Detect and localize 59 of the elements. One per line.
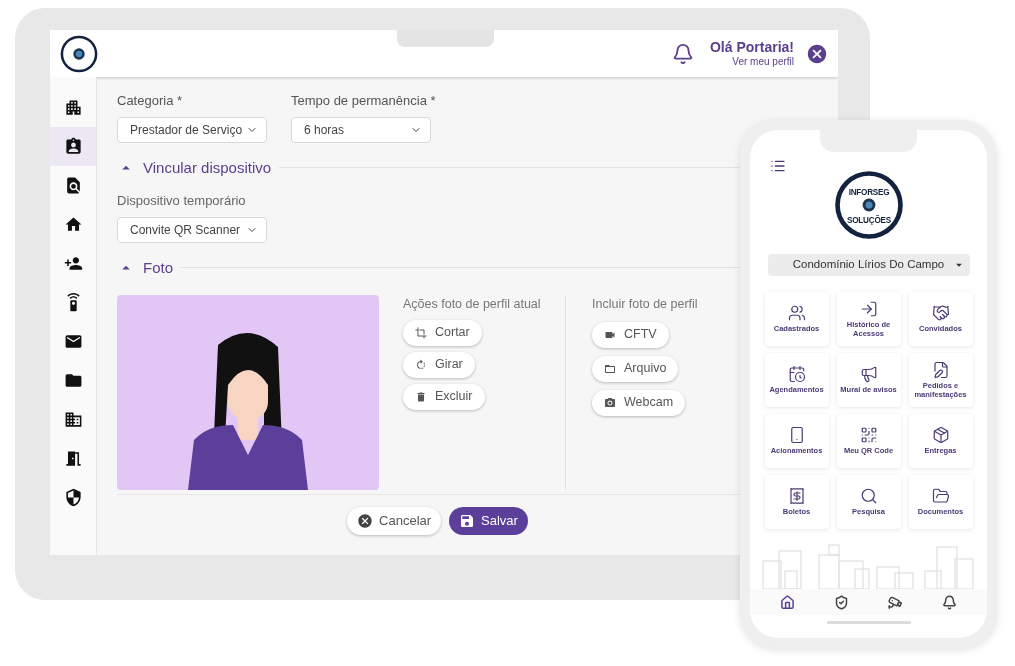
security-camera-icon[interactable] bbox=[888, 594, 904, 610]
section-title: Vincular dispositivo bbox=[143, 157, 272, 178]
condominium-select[interactable]: Condomínio Lírios Do Campo bbox=[767, 254, 970, 276]
greeting-text: Olá Portaria! bbox=[709, 38, 794, 56]
shield-icon bbox=[63, 488, 83, 507]
profile-link[interactable]: Ver meu perfil bbox=[732, 56, 794, 69]
cancel-icon bbox=[357, 513, 374, 529]
shield-check-icon[interactable] bbox=[833, 594, 849, 610]
logo-icon bbox=[60, 34, 98, 73]
add-person-icon bbox=[63, 254, 83, 273]
select-field[interactable]: 6 horas bbox=[291, 116, 431, 143]
logo-icon: INFORSEG SOLUÇÕES bbox=[833, 170, 904, 240]
qr-code-icon bbox=[859, 426, 878, 445]
handshake-icon bbox=[931, 304, 950, 323]
action-button[interactable]: Cortar bbox=[403, 319, 482, 346]
bill-icon bbox=[787, 487, 806, 506]
door-icon bbox=[63, 449, 83, 468]
sidebar-item[interactable] bbox=[50, 127, 96, 166]
action-button[interactable]: Girar bbox=[403, 351, 475, 378]
camera-icon bbox=[604, 396, 616, 409]
home-icon bbox=[63, 215, 83, 234]
condominium-name: Condomínio Lírios Do Campo bbox=[792, 257, 945, 273]
select-field[interactable]: Convite QR Scanner bbox=[117, 216, 267, 243]
mail-icon bbox=[63, 332, 83, 351]
field-label: Categoria * bbox=[117, 92, 184, 110]
save-icon bbox=[459, 513, 476, 529]
select-field[interactable]: Prestador de Serviço bbox=[117, 116, 267, 143]
crop-icon bbox=[415, 326, 427, 339]
office-building-icon bbox=[63, 410, 83, 429]
section-title: Foto bbox=[143, 257, 173, 278]
action-button[interactable]: CFTV bbox=[592, 321, 669, 348]
document-pen-icon bbox=[931, 360, 950, 379]
calendar-clock-icon bbox=[787, 365, 806, 384]
folder-icon bbox=[63, 371, 83, 390]
search-icon bbox=[859, 487, 878, 506]
menu-icon[interactable] bbox=[770, 158, 786, 174]
cancel-button[interactable]: Cancelar bbox=[347, 507, 442, 535]
megaphone-icon bbox=[859, 365, 878, 384]
close-icon[interactable] bbox=[806, 42, 828, 65]
group-title: Ações foto de perfil atual bbox=[403, 296, 542, 313]
action-button[interactable]: Arquivo bbox=[592, 355, 679, 382]
action-button[interactable]: Excluir bbox=[403, 383, 485, 410]
field-label: Tempo de permanência * bbox=[291, 92, 436, 110]
bell-icon[interactable] bbox=[671, 42, 694, 65]
people-icon bbox=[787, 304, 806, 323]
save-button[interactable]: Salvar bbox=[449, 507, 528, 535]
door-entry-icon bbox=[859, 299, 878, 318]
rotate-icon bbox=[415, 358, 427, 371]
bell-icon[interactable] bbox=[942, 594, 958, 610]
folder-icon bbox=[931, 487, 950, 506]
trash-icon bbox=[415, 390, 427, 403]
home-icon[interactable] bbox=[779, 594, 795, 610]
action-button[interactable]: Webcam bbox=[592, 389, 686, 416]
id-badge-icon bbox=[63, 137, 83, 156]
group-title: Incluir foto de perfil bbox=[592, 296, 698, 313]
field-label: Dispositivo temporário bbox=[117, 192, 247, 210]
folder-icon bbox=[604, 362, 616, 375]
package-icon bbox=[931, 426, 950, 445]
buildings-icon bbox=[63, 98, 83, 117]
